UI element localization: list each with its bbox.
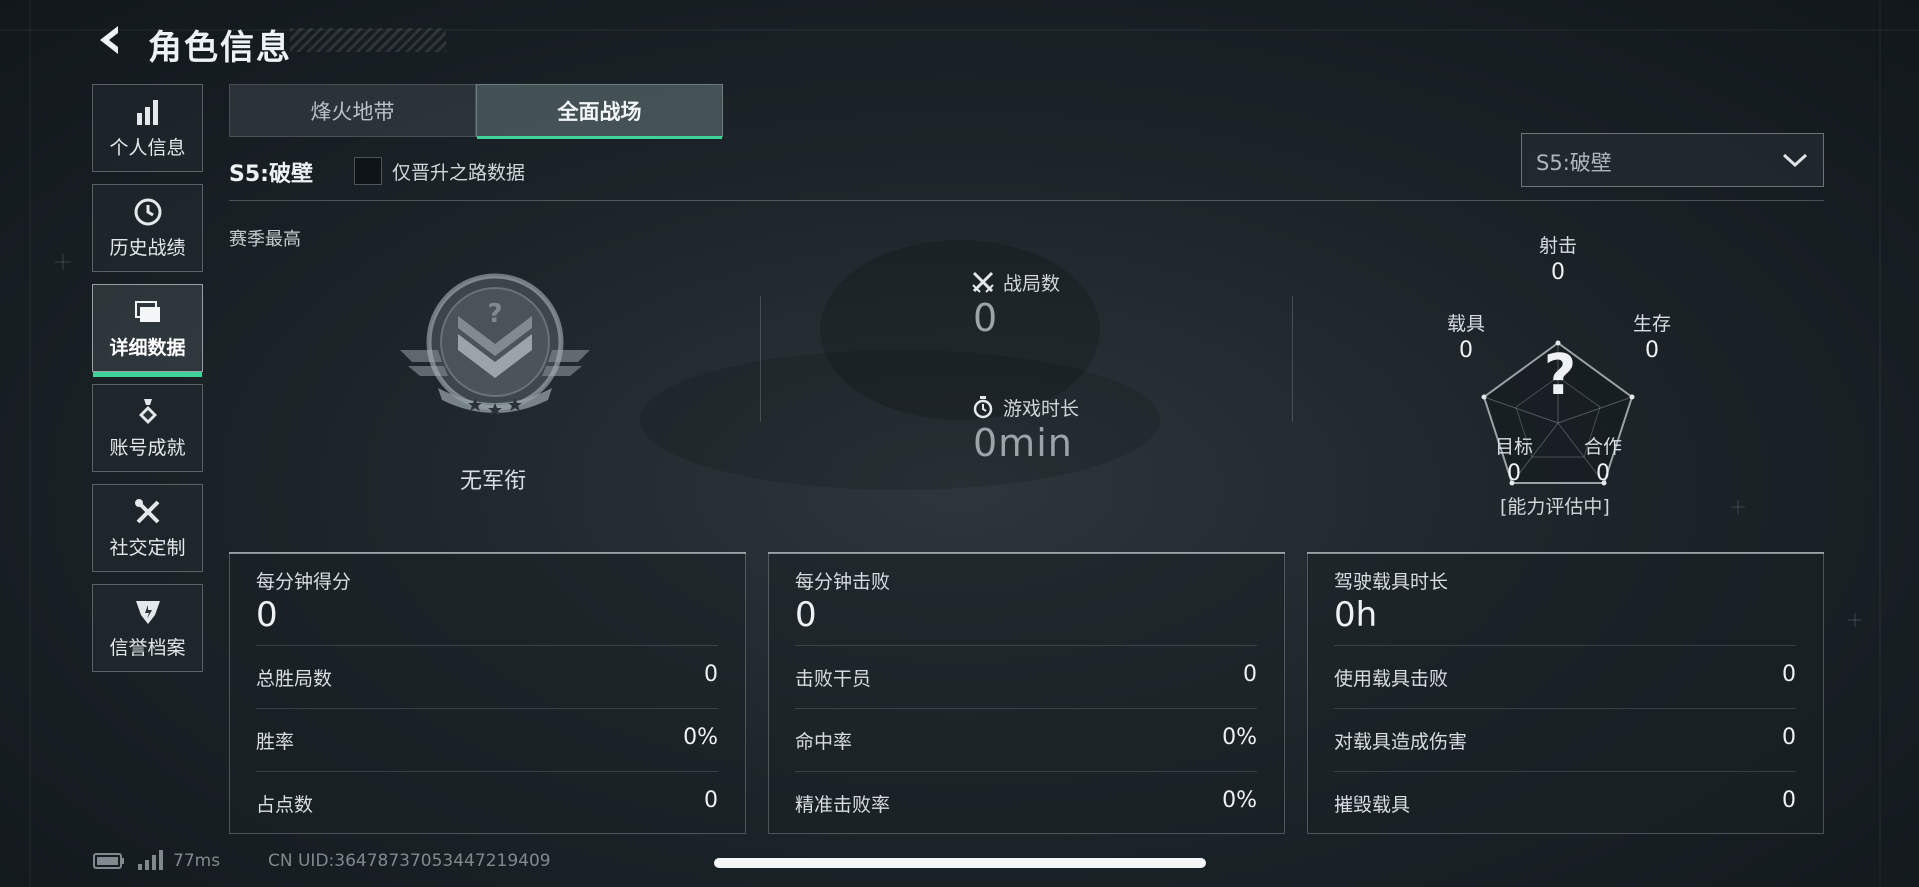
panel-value: 0 — [256, 595, 278, 635]
title-decoration — [290, 28, 446, 52]
stat-label: 占点数 — [256, 794, 314, 816]
tab-battlefield[interactable]: 全面战场 — [476, 84, 723, 139]
panel-vehicle: 驾驶载具时长 0h 使用载具击败 0 对载具造成伤害 0 摧毁载具 0 — [1307, 552, 1824, 834]
stat-value: 0% — [683, 725, 718, 750]
page-title: 角色信息 — [148, 28, 292, 68]
radar-label-objective: 目标 — [1494, 436, 1533, 458]
dropdown-value: S5:破壁 — [1536, 151, 1612, 175]
stat-row: 精准击败率 0% — [795, 771, 1257, 834]
playtime-label: 游戏时长 — [1003, 398, 1080, 420]
stat-row: 摧毁载具 0 — [1334, 771, 1796, 834]
stat-row: 命中率 0% — [795, 708, 1257, 771]
stat-label: 命中率 — [795, 731, 853, 753]
playtime-value: 0min — [973, 421, 1073, 465]
stat-row: 使用载具击败 0 — [1334, 645, 1796, 708]
stat-row: 对载具造成伤害 0 — [1334, 708, 1796, 771]
panel-title: 驾驶载具时长 — [1334, 571, 1449, 593]
stat-value: 0 — [1782, 662, 1796, 687]
panel-title: 每分钟得分 — [256, 571, 352, 593]
clock-icon — [134, 198, 161, 225]
matches-value: 0 — [973, 296, 999, 340]
svg-text:?: ? — [487, 299, 502, 329]
radar-status: [能力评估中] — [1500, 496, 1610, 518]
sidebar-item-label: 账号成就 — [109, 436, 186, 459]
tab-warzone[interactable]: 烽火地带 — [229, 84, 476, 137]
radar-value-cooperation: 0 — [1596, 461, 1610, 486]
stat-value: 0 — [704, 788, 718, 813]
stat-row: 占点数 0 — [256, 771, 718, 834]
rank-name: 无军衔 — [460, 469, 527, 494]
signal-icon — [138, 850, 163, 870]
season-name: S5:破壁 — [229, 162, 313, 187]
promotion-only-checkbox[interactable] — [354, 157, 382, 185]
stat-value: 0% — [1222, 725, 1257, 750]
medal-icon — [138, 398, 157, 424]
back-arrow-icon[interactable] — [92, 22, 128, 58]
sidebar-item-personal-info[interactable]: 个人信息 — [92, 84, 203, 172]
radar-value-vehicle: 0 — [1459, 338, 1473, 363]
radar-value-survival: 0 — [1645, 338, 1659, 363]
home-indicator[interactable] — [714, 858, 1206, 868]
sidebar-item-label: 社交定制 — [109, 536, 186, 559]
stat-label: 胜率 — [256, 731, 295, 753]
tools-icon — [134, 498, 159, 523]
user-uid: CN UID:36478737053447219409 — [268, 851, 551, 871]
stat-label: 使用载具击败 — [1334, 668, 1449, 690]
checkbox-label: 仅晋升之路数据 — [392, 162, 526, 184]
matches-label: 战局数 — [1003, 273, 1061, 295]
stat-value: 0 — [1782, 725, 1796, 750]
radar-center-mark: ? — [1543, 343, 1577, 408]
crossed-swords-icon — [972, 271, 994, 293]
section-label: 赛季最高 — [229, 229, 301, 250]
stat-label: 摧毁载具 — [1334, 794, 1411, 816]
radar-label-cooperation: 合作 — [1583, 436, 1622, 458]
sidebar-item-history[interactable]: 历史战绩 — [92, 184, 203, 272]
radar-label-shooting: 射击 — [1538, 235, 1577, 257]
stopwatch-icon — [973, 396, 993, 419]
sidebar-item-achievements[interactable]: 账号成就 — [92, 384, 203, 472]
panel-value: 0h — [1334, 595, 1378, 635]
panel-score: 每分钟得分 0 总胜局数 0 胜率 0% 占点数 0 — [229, 552, 746, 834]
stat-label: 精准击败率 — [795, 794, 891, 816]
radar-label-survival: 生存 — [1632, 313, 1671, 335]
sidebar-item-detailed-data[interactable]: 详细数据 — [92, 284, 203, 377]
sidebar-item-label: 信誉档案 — [109, 636, 186, 659]
vertical-divider — [760, 296, 761, 422]
stat-row: 胜率 0% — [256, 708, 718, 771]
battery-icon — [93, 853, 124, 869]
ping-readout: 77ms — [173, 851, 221, 871]
stat-label: 击败干员 — [795, 668, 872, 690]
panel-kills: 每分钟击败 0 击败干员 0 命中率 0% 精准击败率 0% — [768, 552, 1285, 834]
season-dropdown[interactable]: S5:破壁 — [1521, 133, 1824, 187]
sidebar-item-label: 个人信息 — [109, 136, 186, 159]
stat-label: 对载具造成伤害 — [1334, 731, 1468, 753]
stat-row: 总胜局数 0 — [256, 645, 718, 708]
chevron-down-icon — [1782, 153, 1808, 168]
stat-label: 总胜局数 — [256, 668, 333, 690]
stat-value: 0 — [1243, 662, 1257, 687]
stat-value: 0% — [1222, 788, 1257, 813]
sidebar-item-label: 详细数据 — [109, 336, 186, 359]
sidebar-item-reputation[interactable]: 信誉档案 — [92, 584, 203, 672]
panel-title: 每分钟击败 — [795, 571, 891, 593]
radar-value-shooting: 0 — [1551, 260, 1565, 285]
shield-emblem-icon — [135, 600, 160, 624]
rank-badge-icon: ? — [400, 273, 590, 416]
radar-value-objective: 0 — [1507, 461, 1521, 486]
divider — [229, 200, 1824, 201]
radar-label-vehicle: 载具 — [1446, 313, 1485, 335]
stat-value: 0 — [1782, 788, 1796, 813]
folders-icon — [134, 300, 160, 322]
stat-row: 击败干员 0 — [795, 645, 1257, 708]
panel-value: 0 — [795, 595, 817, 635]
vertical-divider — [1292, 296, 1293, 422]
stat-value: 0 — [704, 662, 718, 687]
sidebar-item-label: 历史战绩 — [109, 236, 186, 259]
sidebar-item-social[interactable]: 社交定制 — [92, 484, 203, 572]
bar-chart-icon — [136, 99, 158, 125]
